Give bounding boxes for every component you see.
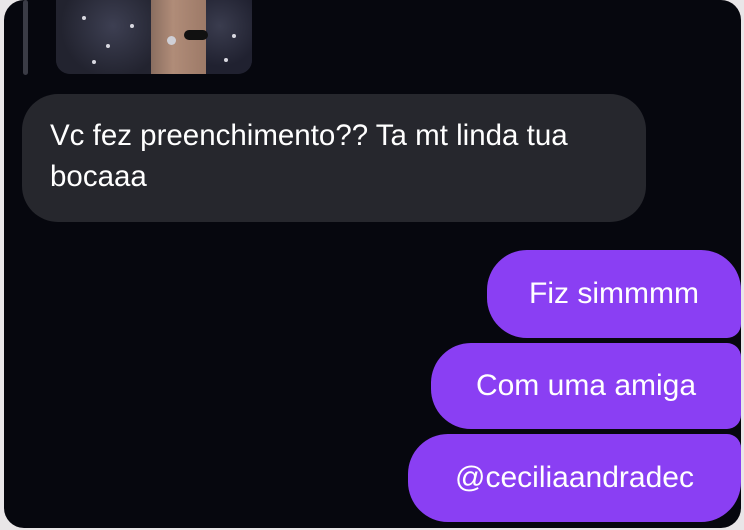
story-image-right: [206, 0, 252, 74]
stud-dot: [92, 60, 96, 64]
message-text: Com uma amiga: [475, 369, 697, 402]
message-bubble-incoming[interactable]: Vc fez preenchimento?? Ta mt linda tua b…: [22, 94, 646, 222]
story-image-button: [167, 36, 176, 45]
story-reply-indicator: [23, 0, 28, 75]
message-bubble-outgoing[interactable]: Com uma amiga: [431, 343, 741, 429]
stud-dot: [82, 16, 86, 20]
message-bubble-outgoing-mention[interactable]: @ceciliaandradec: [408, 434, 741, 522]
mention-link[interactable]: @ceciliaandradec: [455, 458, 694, 498]
chat-thread[interactable]: Vc fez preenchimento?? Ta mt linda tua b…: [4, 0, 741, 528]
stud-dot: [106, 44, 110, 48]
story-thumbnail[interactable]: [56, 0, 252, 74]
stud-dot: [130, 24, 134, 28]
message-text: Fiz simmmm: [529, 277, 699, 310]
message-bubble-outgoing[interactable]: Fiz simmmm: [487, 250, 741, 338]
screenshot-frame: Vc fez preenchimento?? Ta mt linda tua b…: [0, 0, 744, 530]
story-image-left: [56, 0, 151, 74]
stud-dot: [224, 58, 228, 62]
story-image-strap: [184, 30, 208, 40]
message-text: Vc fez preenchimento?? Ta mt linda tua b…: [50, 119, 568, 193]
stud-dot: [232, 34, 236, 38]
